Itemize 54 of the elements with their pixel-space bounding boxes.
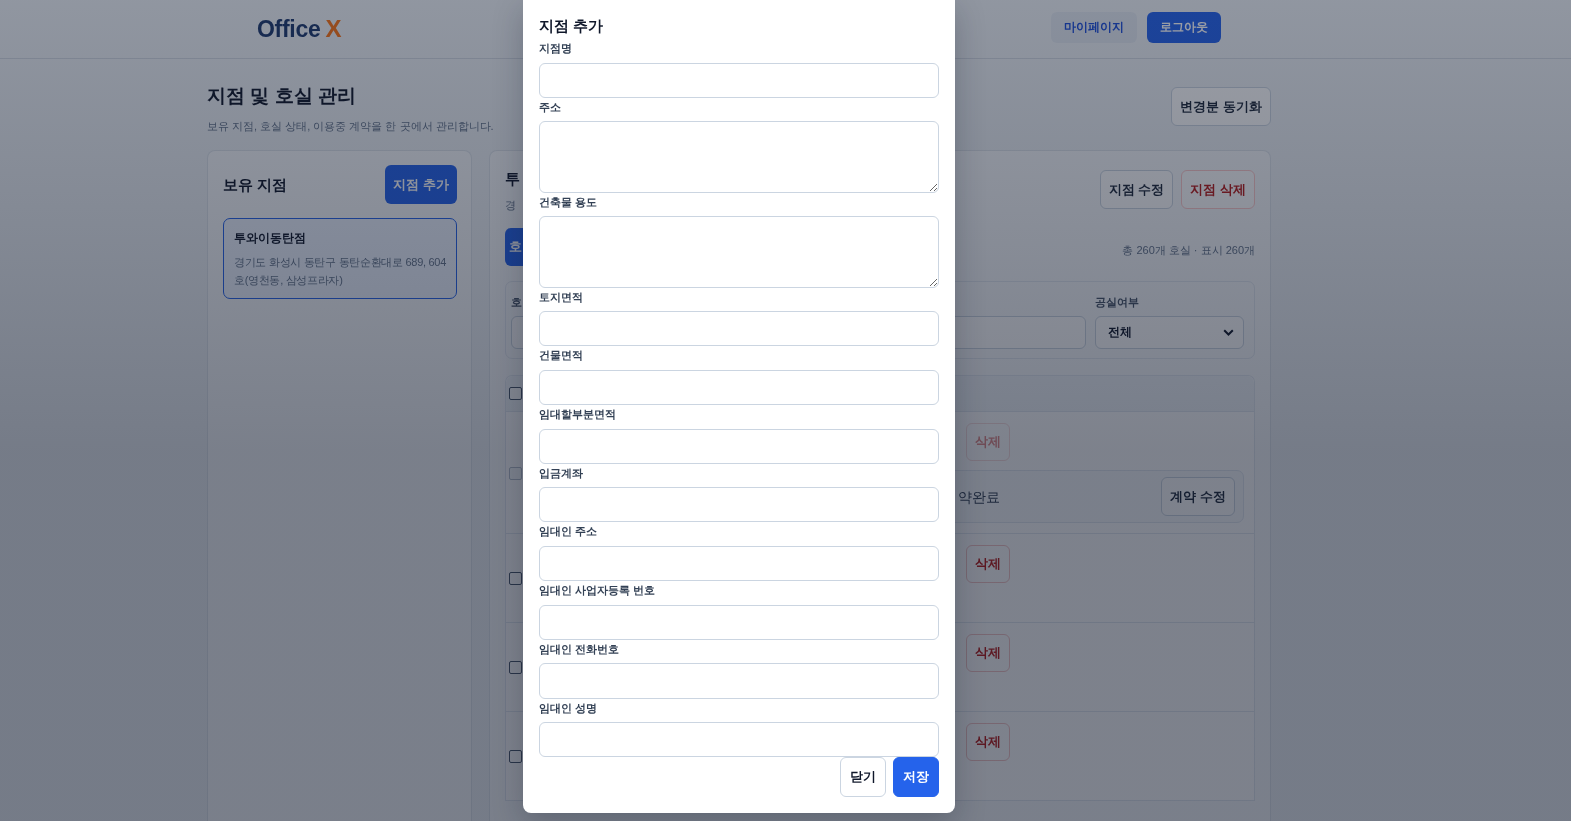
field-label: 임대인 성명 [539,700,597,715]
input-field[interactable] [539,545,939,582]
field-label: 임대할부분면적 [539,407,616,422]
sync-button[interactable]: 변경분 동기화 [1171,87,1271,126]
dialog-title: 지점 추가 [539,17,604,36]
checkbox[interactable] [509,387,522,400]
field-label: 입금계좌 [539,465,583,480]
field-label: 건물면적 [539,348,583,363]
logo-wordmark: Office [257,16,321,43]
checkbox[interactable] [509,661,522,674]
dialog-button[interactable]: 저장 [893,757,939,798]
checkbox[interactable] [509,572,522,585]
input-field[interactable] [539,487,939,523]
input-field[interactable] [539,311,939,347]
branch-item[interactable]: 투와이동탄점 경기도 화성시 동탄구 동탄순환대로 689, 604호(영천동, 삼성프라자) [223,218,457,299]
input-field[interactable] [539,428,939,464]
dialog-button[interactable]: 닫기 [840,757,886,798]
field-label: 임대인 주소 [539,524,597,539]
field-label: 토지면적 [539,289,583,304]
filter-label: 호 [511,295,522,309]
branch-action-button[interactable]: 지점 삭제 [1181,170,1255,209]
panel-title: 투 [505,170,520,188]
input-field[interactable] [539,369,939,406]
filter-label: 공실여부 [1095,295,1139,309]
textarea-field[interactable] [539,216,939,288]
delete-button[interactable]: 삭제 [966,545,1010,583]
input-field[interactable] [539,604,939,640]
chevron-down-icon [1223,329,1234,336]
branch-action-button[interactable]: 지점 수정 [1099,170,1174,209]
branch-address: 경기도 화성시 동탄구 동탄순환대로 689, 604호(영천동, 삼성프라자) [234,255,447,288]
field-label: 건축물 용도 [539,194,597,209]
filter-select[interactable]: 전체 [1095,316,1244,349]
panel-subtitle: 경 [505,198,516,212]
branch-name: 투와이동탄점 [234,230,307,246]
field-label: 주소 [539,99,561,114]
field-label: 임대인 사업자등록 번호 [539,583,655,598]
contract-status: 약완료 [958,487,1000,506]
textarea-field[interactable] [539,121,939,193]
checkbox[interactable] [509,750,522,763]
add-branch-button[interactable]: 지점 추가 [385,165,457,204]
delete-button[interactable]: 삭제 [966,634,1010,672]
input-field[interactable] [539,663,939,699]
delete-button[interactable]: 삭제 [966,723,1010,761]
header-button[interactable]: 로그아웃 [1147,12,1221,43]
page-title: 지점 및 호실 관리 [207,84,357,108]
logo-mark: X [325,15,342,43]
field-label: 임대인 전화번호 [539,641,619,656]
header-button[interactable]: 마이페이지 [1051,12,1137,43]
input-field[interactable] [539,62,939,98]
page-subtitle: 보유 지점, 호실 상태, 이용중 계약을 한 곳에서 관리합니다. [207,119,494,134]
field-label: 지점명 [539,41,572,55]
input-field[interactable] [539,722,939,758]
room-count-summary: 총 260개 호실 · 표시 260개 [1122,243,1255,258]
panel-title: 보유 지점 [223,174,288,195]
